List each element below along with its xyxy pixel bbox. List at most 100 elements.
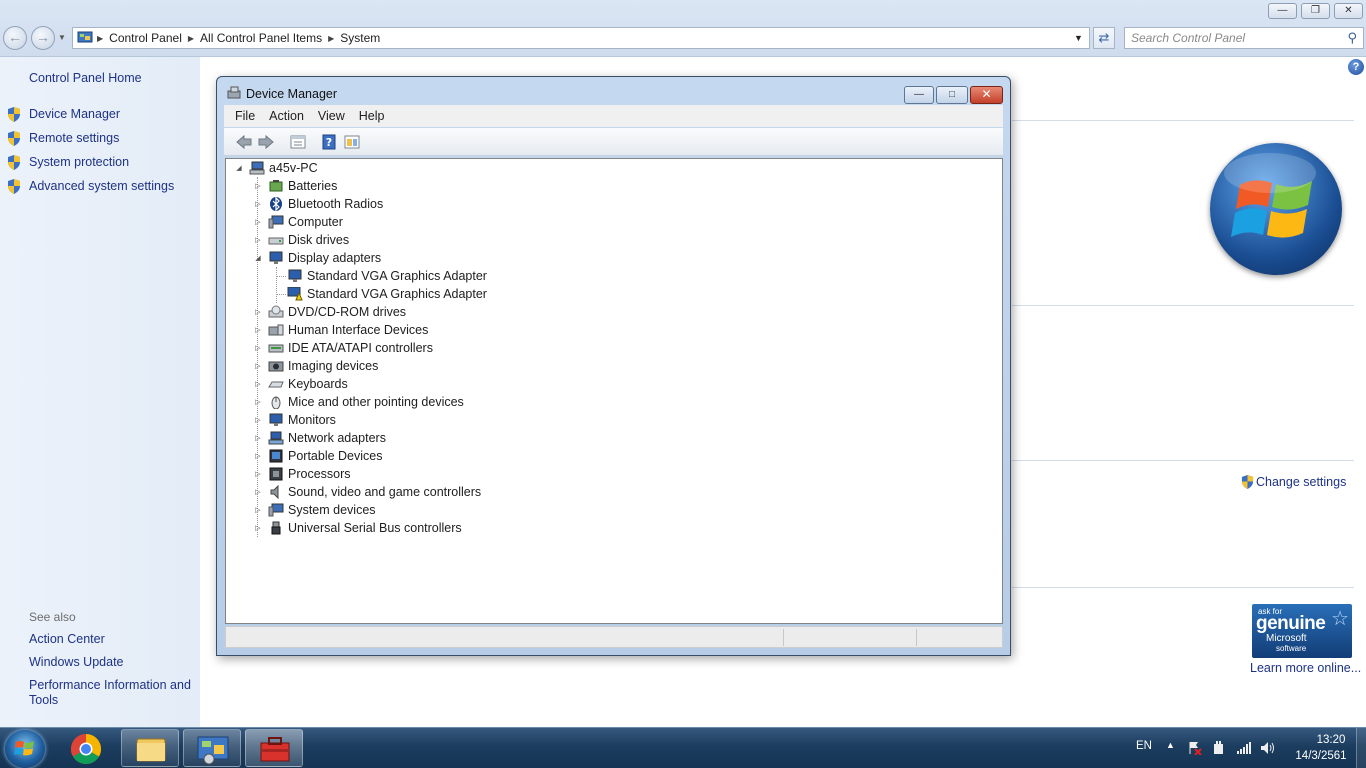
breadcrumb-all-items[interactable]: All Control Panel Items <box>200 31 322 45</box>
address-dropdown[interactable]: ▼ <box>1074 33 1083 43</box>
tree-label[interactable]: Batteries <box>288 179 337 193</box>
tree-label[interactable]: DVD/CD-ROM drives <box>288 305 406 319</box>
tree-row[interactable]: ▷ Bluetooth Radios <box>253 195 383 213</box>
tree-row[interactable]: ▷ Human Interface Devices <box>253 321 428 339</box>
expand-icon[interactable]: ▷ <box>253 326 263 334</box>
forward-arrow-icon[interactable] <box>257 134 275 150</box>
expand-icon[interactable]: ▷ <box>253 218 263 226</box>
refresh-button[interactable]: ⇄ <box>1093 27 1115 49</box>
performance-information-link[interactable]: Performance Information and Tools <box>29 678 194 708</box>
tree-label[interactable]: Disk drives <box>288 233 349 247</box>
tree-row[interactable]: ▷ Keyboards <box>253 375 348 393</box>
tree-label[interactable]: Universal Serial Bus controllers <box>288 521 462 535</box>
collapse-icon[interactable]: ◢ <box>253 254 263 262</box>
language-indicator[interactable]: EN <box>1136 740 1152 752</box>
expand-icon[interactable]: ▷ <box>253 236 263 244</box>
chrome-taskbar-button[interactable] <box>68 732 104 766</box>
advanced-system-settings-link[interactable]: Advanced system settings <box>29 179 174 193</box>
search-icon[interactable]: ⚲ <box>1347 30 1357 46</box>
tree-label[interactable]: Sound, video and game controllers <box>288 485 481 499</box>
power-icon[interactable] <box>1211 741 1226 755</box>
breadcrumb-system[interactable]: System <box>340 31 380 45</box>
expand-icon[interactable]: ▷ <box>253 398 263 406</box>
address-bar[interactable]: ▶ Control Panel ▶ All Control Panel Item… <box>72 27 1090 49</box>
menu-help[interactable]: Help <box>359 109 385 123</box>
breadcrumb-separator[interactable]: ▶ <box>328 34 334 43</box>
tree-row[interactable]: ▷ Sound, video and game controllers <box>253 483 481 501</box>
clock-date[interactable]: 14/3/2561 <box>1290 750 1352 762</box>
search-box[interactable]: ⚲ <box>1124 27 1364 49</box>
minimize-button[interactable]: — <box>904 86 934 104</box>
collapse-icon[interactable]: ◢ <box>234 164 244 172</box>
tree-label[interactable]: Bluetooth Radios <box>288 197 383 211</box>
tree-label[interactable]: Human Interface Devices <box>288 323 428 337</box>
tree-label[interactable]: Standard VGA Graphics Adapter <box>307 269 487 283</box>
change-settings-link[interactable]: Change settings <box>1241 475 1346 489</box>
tree-row[interactable]: ▷ Imaging devices <box>253 357 378 375</box>
tree-row[interactable]: ▷ Universal Serial Bus controllers <box>253 519 462 537</box>
control-panel-taskbar-button[interactable] <box>183 729 241 767</box>
expand-icon[interactable]: ▷ <box>253 452 263 460</box>
genuine-microsoft-badge[interactable]: ask for genuine Microsoft software ☆ <box>1252 604 1352 658</box>
minimize-button[interactable]: — <box>1268 3 1297 19</box>
back-button[interactable]: ← <box>3 26 27 50</box>
tree-label[interactable]: IDE ATA/ATAPI controllers <box>288 341 433 355</box>
expand-icon[interactable]: ▷ <box>253 488 263 496</box>
properties-icon[interactable] <box>289 134 307 150</box>
tree-label[interactable]: Network adapters <box>288 431 386 445</box>
expand-icon[interactable]: ▷ <box>253 416 263 424</box>
tree-row[interactable]: ▷ Network adapters <box>253 429 386 447</box>
tree-row[interactable]: ◢ Display adapters <box>253 249 381 267</box>
menu-action[interactable]: Action <box>269 109 304 123</box>
tree-row[interactable]: ▷ Portable Devices <box>253 447 382 465</box>
tree-row[interactable]: ▷ Batteries <box>253 177 337 195</box>
breadcrumb-separator[interactable]: ▶ <box>188 34 194 43</box>
forward-button[interactable]: → <box>31 26 55 50</box>
menu-view[interactable]: View <box>318 109 345 123</box>
help-icon[interactable]: ? <box>1348 59 1364 75</box>
tree-row[interactable]: ▷ Disk drives <box>253 231 349 249</box>
tree-label[interactable]: System devices <box>288 503 376 517</box>
action-center-link[interactable]: Action Center <box>29 632 105 646</box>
show-hidden-icon[interactable] <box>343 134 361 150</box>
windows-update-link[interactable]: Windows Update <box>29 655 124 669</box>
tree-row[interactable]: ▷ Monitors <box>253 411 336 429</box>
wifi-signal-icon[interactable] <box>1236 741 1251 755</box>
tree-label[interactable]: Standard VGA Graphics Adapter <box>307 287 487 301</box>
tree-row[interactable]: ▷ Processors <box>253 465 351 483</box>
expand-icon[interactable]: ▷ <box>253 434 263 442</box>
tree-row[interactable]: ▷ System devices <box>253 501 376 519</box>
close-button[interactable]: ✕ <box>1334 3 1363 19</box>
learn-more-link[interactable]: Learn more online... <box>1250 661 1361 675</box>
action-center-flag-icon[interactable] <box>1187 741 1202 755</box>
close-button[interactable]: ✕ <box>970 86 1003 104</box>
control-panel-home-link[interactable]: Control Panel Home <box>29 71 142 85</box>
device-manager-taskbar-button[interactable] <box>245 729 303 767</box>
restore-button[interactable]: ❐ <box>1301 3 1330 19</box>
tree-label[interactable]: Keyboards <box>288 377 348 391</box>
expand-icon[interactable]: ▷ <box>253 524 263 532</box>
tree-label[interactable]: a45v-PC <box>269 161 318 175</box>
tree-row[interactable]: Standard VGA Graphics Adapter <box>287 267 487 285</box>
breadcrumb-control-panel[interactable]: Control Panel <box>109 31 182 45</box>
tree-label[interactable]: Computer <box>288 215 343 229</box>
tree-row[interactable]: ▷ Mice and other pointing devices <box>253 393 464 411</box>
expand-icon[interactable]: ▷ <box>253 308 263 316</box>
tree-label[interactable]: Imaging devices <box>288 359 378 373</box>
volume-icon[interactable] <box>1260 741 1275 755</box>
expand-icon[interactable]: ▷ <box>253 200 263 208</box>
back-arrow-icon[interactable] <box>235 134 253 150</box>
expand-icon[interactable]: ▷ <box>253 344 263 352</box>
tree-row[interactable]: ◢ a45v-PC <box>234 159 318 177</box>
explorer-taskbar-button[interactable] <box>121 729 179 767</box>
tree-label[interactable]: Processors <box>288 467 351 481</box>
show-hidden-icons-button[interactable]: ▲ <box>1166 740 1175 750</box>
help-icon[interactable]: ? <box>320 134 338 150</box>
tree-label[interactable]: Monitors <box>288 413 336 427</box>
device-manager-link[interactable]: Device Manager <box>29 107 120 121</box>
clock-time[interactable]: 13:20 <box>1305 734 1357 746</box>
remote-settings-link[interactable]: Remote settings <box>29 131 119 145</box>
expand-icon[interactable]: ▷ <box>253 182 263 190</box>
tree-label[interactable]: Display adapters <box>288 251 381 265</box>
tree-row[interactable]: Standard VGA Graphics Adapter <box>287 285 487 303</box>
